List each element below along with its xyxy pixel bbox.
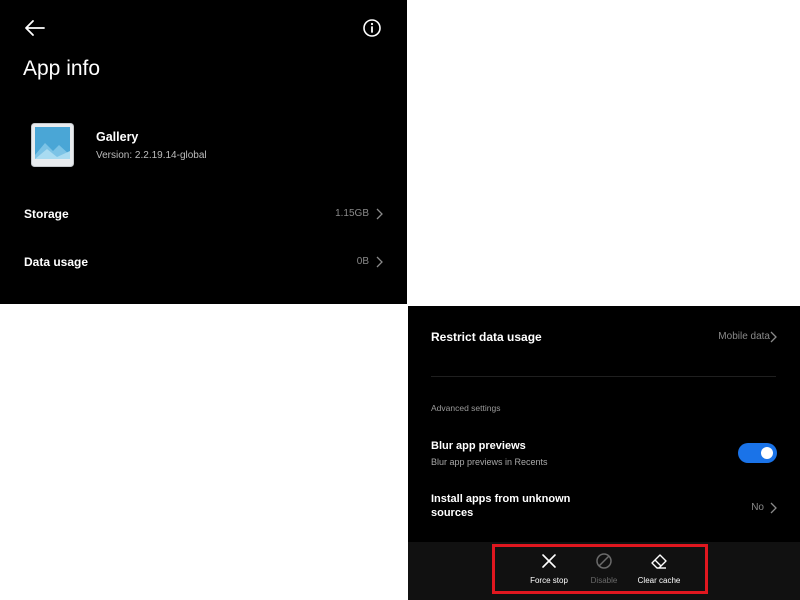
disable-label: Disable — [590, 576, 618, 585]
storage-row[interactable]: Storage 1.15GB — [0, 196, 407, 232]
chevron-right-icon — [770, 502, 777, 514]
blur-app-previews-sublabel: Blur app previews in Recents — [431, 457, 548, 467]
chevron-right-icon — [770, 331, 777, 343]
force-stop-label: Force stop — [530, 576, 568, 585]
eraser-icon — [651, 554, 667, 569]
page-title: App info — [23, 57, 101, 80]
app-info-panel-top: App info Gallery Version: 2.2.19.14-glob… — [0, 0, 407, 304]
info-button[interactable] — [361, 17, 383, 39]
install-unknown-sources-value: No — [751, 502, 764, 513]
data-usage-value: 0B — [356, 256, 369, 267]
restrict-data-usage-label: Restrict data usage — [431, 330, 542, 344]
install-unknown-sources-label-line2: sources — [431, 507, 474, 519]
install-unknown-sources-row[interactable]: Install apps from unknown sources No — [408, 490, 800, 526]
data-usage-label: Data usage — [24, 255, 89, 269]
clear-cache-button[interactable]: Clear cache — [634, 542, 684, 600]
block-icon — [596, 553, 612, 569]
force-stop-button[interactable]: Force stop — [524, 542, 574, 600]
chevron-right-icon — [376, 256, 383, 268]
app-version: Version: 2.2.19.14-global — [96, 150, 207, 161]
toggle-knob — [761, 447, 773, 459]
info-circle-icon — [363, 19, 381, 37]
action-bar: Force stop Disable Clear cache — [408, 542, 800, 600]
storage-value: 1.15GB — [335, 208, 369, 219]
arrow-left-icon — [25, 20, 45, 36]
restrict-data-usage-row[interactable]: Restrict data usage Mobile data — [408, 320, 800, 354]
install-unknown-sources-label-line1: Install apps from unknown — [431, 493, 571, 505]
blur-app-previews-label: Blur app previews — [431, 440, 526, 452]
app-info-panel-bottom: Restrict data usage Mobile data Advanced… — [408, 306, 800, 600]
divider — [431, 376, 776, 377]
back-button[interactable] — [22, 16, 48, 40]
restrict-data-usage-value: Mobile data — [718, 331, 770, 342]
chevron-right-icon — [376, 208, 383, 220]
app-name: Gallery — [96, 130, 139, 144]
blur-app-previews-toggle[interactable] — [738, 443, 777, 463]
data-usage-row[interactable]: Data usage 0B — [0, 244, 407, 280]
gallery-icon — [31, 123, 74, 167]
disable-button[interactable]: Disable — [584, 542, 624, 600]
close-icon — [542, 554, 556, 568]
storage-label: Storage — [24, 207, 69, 221]
advanced-settings-header: Advanced settings — [431, 403, 501, 413]
clear-cache-label: Clear cache — [637, 576, 681, 585]
